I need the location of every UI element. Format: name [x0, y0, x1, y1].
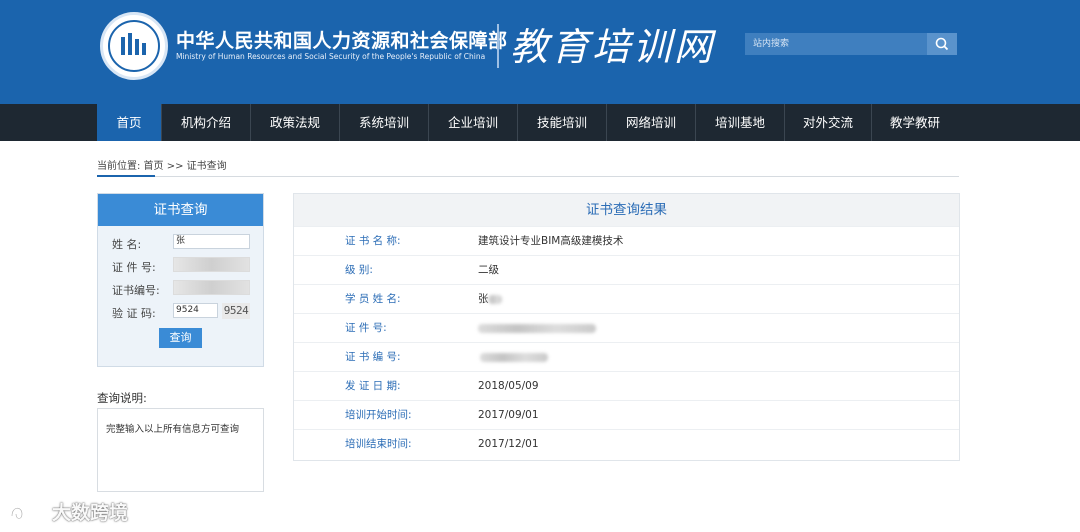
org-name-cn: 中华人民共和国人力资源和社会保障部	[176, 30, 508, 52]
org-name-en: Ministry of Human Resources and Social S…	[176, 52, 486, 61]
main-nav: 首页 机构介绍 政策法规 系统培训 企业培训 技能培训 网络培训 培训基地 对外…	[0, 104, 1080, 141]
result-label: 发 证 日 期:	[345, 380, 401, 392]
query-notes-text: 完整输入以上所有信息方可查询	[106, 424, 240, 435]
result-value: 2017/12/01	[478, 438, 539, 450]
query-submit-button[interactable]: 查询	[159, 328, 202, 348]
nav-item-skills-training[interactable]: 技能培训	[518, 104, 606, 141]
name-label: 姓 名:	[112, 238, 142, 251]
breadcrumb-divider	[97, 176, 959, 177]
header-divider	[497, 24, 499, 68]
table-row: 级 别: 二级	[294, 255, 959, 284]
result-label: 培训结束时间:	[345, 438, 412, 450]
result-value: 张	[478, 293, 489, 305]
result-label: 证 件 号:	[345, 322, 387, 334]
captcha-image[interactable]: 9524	[222, 303, 250, 319]
result-label: 学 员 姓 名:	[345, 293, 401, 305]
query-form-title: 证书查询	[98, 194, 263, 226]
nav-item-home[interactable]: 首页	[97, 104, 161, 141]
id-number-label: 证 件 号:	[112, 261, 156, 274]
result-label: 培训开始时间:	[345, 409, 412, 421]
breadcrumb: 当前位置: 首页 >> 证书查询	[97, 161, 227, 172]
nav-item-training-base[interactable]: 培训基地	[696, 104, 784, 141]
result-value: 2018/05/09	[478, 380, 539, 392]
nav-item-system-training[interactable]: 系统培训	[340, 104, 428, 141]
search-icon	[935, 37, 949, 51]
certificate-result-table: 证书查询结果 证 书 名 称: 建筑设计专业BIM高级建模技术 级 别: 二级 …	[293, 193, 960, 461]
redacted-value	[478, 324, 596, 333]
nav-item-enterprise-training[interactable]: 企业培训	[429, 104, 517, 141]
cert-number-input[interactable]	[173, 280, 250, 295]
result-value: 2017/09/01	[478, 409, 539, 421]
table-row: 证 书 编 号:	[294, 342, 959, 371]
table-row: 发 证 日 期: 2018/05/09	[294, 371, 959, 400]
id-number-input[interactable]	[173, 257, 250, 272]
nav-item-about[interactable]: 机构介绍	[162, 104, 250, 141]
result-title: 证书查询结果	[294, 194, 959, 226]
table-row: 学 员 姓 名: 张	[294, 284, 959, 313]
result-label: 证 书 名 称:	[345, 235, 401, 247]
result-value: 建筑设计专业BIM高级建模技术	[478, 235, 624, 247]
table-row: 证 件 号:	[294, 313, 959, 342]
result-value: 二级	[478, 264, 499, 276]
captcha-input[interactable]: 9524	[173, 303, 218, 318]
site-title: 教育培训网	[510, 25, 716, 69]
name-input[interactable]: 张	[173, 234, 250, 249]
nav-item-teaching[interactable]: 教学教研	[872, 104, 958, 141]
nav-item-policy[interactable]: 政策法规	[251, 104, 339, 141]
site-header: 中华人民共和国人力资源和社会保障部 Ministry of Human Reso…	[0, 0, 1080, 104]
nav-item-online-training[interactable]: 网络培训	[607, 104, 695, 141]
search-button[interactable]	[927, 33, 957, 55]
certificate-query-form: 证书查询 姓 名: 张 证 件 号: 证书编号: 验 证 码: 9524 952…	[97, 193, 264, 367]
result-label: 证 书 编 号:	[345, 351, 401, 363]
cert-number-label: 证书编号:	[112, 284, 160, 297]
watermark-text: 大数跨境	[52, 502, 129, 524]
table-row: 证 书 名 称: 建筑设计专业BIM高级建模技术	[294, 226, 959, 255]
query-notes-box: 完整输入以上所有信息方可查询	[97, 408, 264, 492]
table-row: 培训开始时间: 2017/09/01	[294, 400, 959, 429]
redacted-value	[480, 353, 548, 362]
nav-item-exchange[interactable]: 对外交流	[785, 104, 871, 141]
ministry-emblem-icon	[100, 12, 168, 80]
query-notes-label: 查询说明:	[97, 391, 147, 405]
site-search-input[interactable]: 站内搜索	[745, 33, 927, 55]
result-label: 级 别:	[345, 264, 373, 276]
watermark-logo-icon	[10, 507, 49, 521]
redacted-value	[488, 295, 502, 304]
breadcrumb-accent	[97, 175, 155, 177]
table-row: 培训结束时间: 2017/12/01	[294, 429, 959, 460]
captcha-label: 验 证 码:	[112, 307, 156, 320]
